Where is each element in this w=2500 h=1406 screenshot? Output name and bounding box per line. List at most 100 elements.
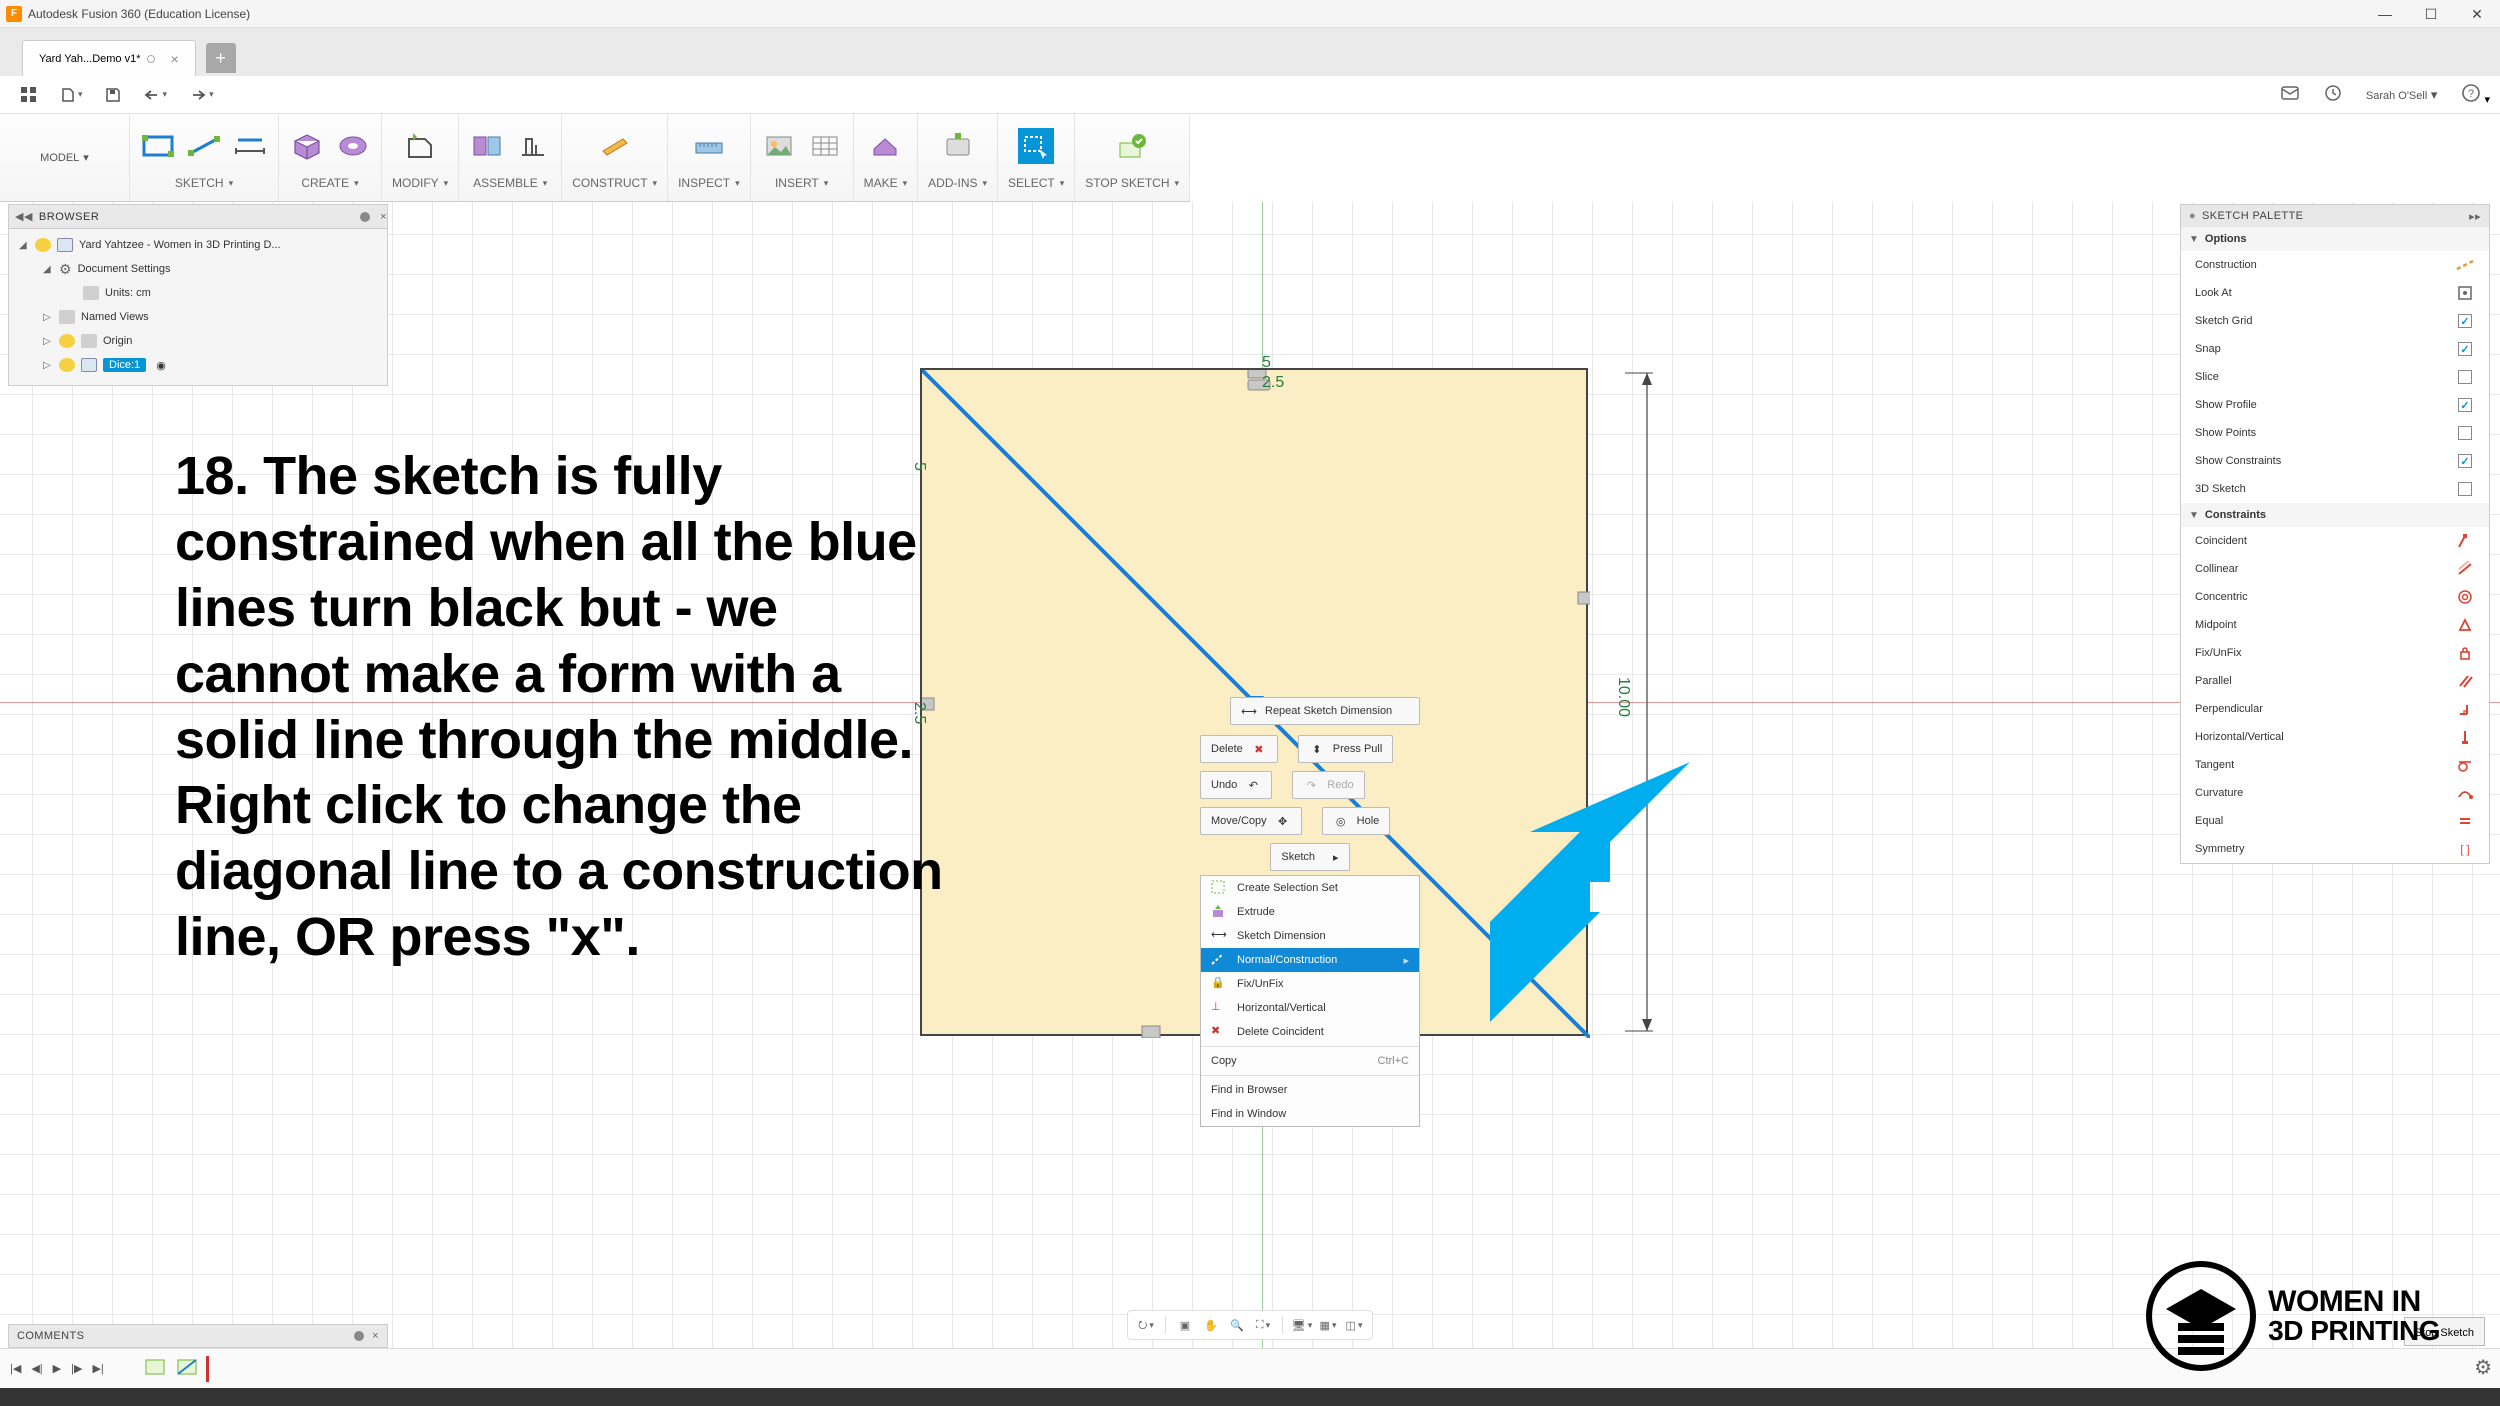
activate-radio-icon[interactable]: ◉ <box>156 359 166 372</box>
tree-units[interactable]: Units: cm <box>15 281 381 305</box>
ribbon-stopsketch-label[interactable]: STOP SKETCH <box>1085 176 1179 190</box>
palette-option-show-profile[interactable]: Show Profile✓ <box>2181 391 2489 419</box>
checkbox[interactable]: ✓ <box>2455 342 2475 356</box>
close-icon[interactable]: × <box>380 211 387 223</box>
user-menu[interactable]: Sarah O'Sell ▾ <box>2366 87 2438 103</box>
ctx-sketch-submenu[interactable]: Sketch▸ <box>1270 843 1349 871</box>
redo-button[interactable] <box>181 84 222 106</box>
timeline-forward-button[interactable]: |▶ <box>71 1362 82 1375</box>
checkbox[interactable] <box>2455 370 2475 384</box>
checkbox[interactable]: ✓ <box>2455 454 2475 468</box>
assemble-joint-icon[interactable] <box>469 128 505 164</box>
bulb-icon[interactable] <box>59 334 75 348</box>
checkbox[interactable]: ✓ <box>2455 314 2475 328</box>
tree-doc-settings[interactable]: ◢⚙Document Settings <box>15 257 381 281</box>
timeline-feature-sketch2-icon[interactable] <box>176 1356 198 1381</box>
close-icon[interactable]: × <box>372 1330 379 1342</box>
insert-decal-icon[interactable] <box>761 128 797 164</box>
constraint-coincident[interactable]: Coincident <box>2181 527 2489 555</box>
modify-presspull-icon[interactable] <box>402 128 438 164</box>
notifications-icon[interactable] <box>2280 84 2300 105</box>
file-menu-button[interactable] <box>52 83 91 107</box>
sketch-rectangle-icon[interactable] <box>140 128 176 164</box>
orbit-button[interactable]: ⭮ <box>1136 1315 1156 1335</box>
stop-sketch-icon[interactable] <box>1114 128 1150 164</box>
lookat-icon[interactable] <box>2455 285 2475 301</box>
comments-settings-icon[interactable] <box>354 1331 364 1341</box>
ctx-sketch-dimension[interactable]: ⟷Sketch Dimension <box>1201 924 1419 948</box>
comments-panel[interactable]: COMMENTS × <box>8 1324 388 1348</box>
ribbon-sketch-label[interactable]: SKETCH <box>175 176 233 190</box>
bulb-icon[interactable] <box>35 238 51 252</box>
timeline-end-button[interactable]: ▶| <box>92 1362 103 1375</box>
palette-option-slice[interactable]: Slice <box>2181 363 2489 391</box>
help-icon[interactable]: ? ▾ <box>2461 83 2490 106</box>
constraint-tangent[interactable]: Tangent <box>2181 751 2489 779</box>
tree-dice[interactable]: ▷Dice:1◉ <box>15 353 381 377</box>
create-box-icon[interactable] <box>289 128 325 164</box>
timeline-marker[interactable] <box>206 1356 209 1382</box>
palette-header[interactable]: ●SKETCH PALETTE▸▸ <box>2181 205 2489 227</box>
constraint-concentric[interactable]: Concentric <box>2181 583 2489 611</box>
expand-palette-icon[interactable]: ▸▸ <box>2469 210 2481 223</box>
grid-settings-button[interactable]: ▦ <box>1318 1315 1338 1335</box>
palette-option-snap[interactable]: Snap✓ <box>2181 335 2489 363</box>
ribbon-create-label[interactable]: CREATE <box>301 176 358 190</box>
construction-icon[interactable] <box>2455 259 2475 271</box>
ctx-presspull[interactable]: ⬍Press Pull <box>1298 735 1394 763</box>
ribbon-modify-label[interactable]: MODIFY <box>392 176 448 190</box>
ctx-repeat-sketch-dimension[interactable]: ⟷ Repeat Sketch Dimension <box>1230 697 1420 725</box>
timeline-back-button[interactable]: ◀| <box>31 1362 42 1375</box>
bulb-icon[interactable] <box>59 358 75 372</box>
ctx-normal-construction[interactable]: Normal/Construction▸ <box>1201 948 1419 972</box>
pan-button[interactable]: ✋ <box>1201 1315 1221 1335</box>
constraint-midpoint[interactable]: Midpoint <box>2181 611 2489 639</box>
palette-option-sketch-grid[interactable]: Sketch Grid✓ <box>2181 307 2489 335</box>
palette-section-options[interactable]: Options <box>2205 233 2247 245</box>
constraint-equal[interactable]: Equal <box>2181 807 2489 835</box>
checkbox[interactable] <box>2455 482 2475 496</box>
constraint-perpendicular[interactable]: Perpendicular <box>2181 695 2489 723</box>
constraint-fix-unfix[interactable]: Fix/UnFix <box>2181 639 2489 667</box>
ribbon-construct-label[interactable]: CONSTRUCT <box>572 176 657 190</box>
ctx-undo[interactable]: Undo↶ <box>1200 771 1272 799</box>
ribbon-addins-label[interactable]: ADD-INS <box>928 176 987 190</box>
palette-option-construction[interactable]: Construction <box>2181 251 2489 279</box>
select-icon[interactable] <box>1018 128 1054 164</box>
palette-option-show-points[interactable]: Show Points <box>2181 419 2489 447</box>
settings-gear-button[interactable]: ⚙ <box>2474 1355 2492 1380</box>
zoom-button[interactable]: 🔍 <box>1227 1315 1247 1335</box>
ctx-redo[interactable]: ↷Redo <box>1292 771 1364 799</box>
browser-settings-icon[interactable] <box>360 212 370 222</box>
ctx-hole[interactable]: ◎Hole <box>1322 807 1391 835</box>
timeline-play-button[interactable]: ▶ <box>53 1362 61 1375</box>
palette-option-show-constraints[interactable]: Show Constraints✓ <box>2181 447 2489 475</box>
ctx-horizontal-vertical[interactable]: ⊥Horizontal/Vertical <box>1201 996 1419 1020</box>
sketch-line-icon[interactable] <box>186 128 222 164</box>
display-settings-button[interactable]: 🖥 <box>1292 1315 1312 1335</box>
fit-button[interactable]: ⛶ <box>1253 1315 1273 1335</box>
lookat-button[interactable]: ▣ <box>1175 1315 1195 1335</box>
maximize-button[interactable]: ☐ <box>2408 0 2454 28</box>
ctx-copy[interactable]: CopyCtrl+C <box>1201 1049 1419 1073</box>
new-tab-button[interactable]: + <box>206 43 236 73</box>
make-3dprint-icon[interactable] <box>867 128 903 164</box>
create-torus-icon[interactable] <box>335 128 371 164</box>
palette-section-constraints[interactable]: Constraints <box>2205 509 2266 521</box>
job-status-icon[interactable] <box>2324 84 2342 105</box>
document-tab[interactable]: Yard Yah...Demo v1* × <box>22 40 196 76</box>
browser-header[interactable]: ◀◀ BROWSER × <box>9 205 387 229</box>
undo-button[interactable] <box>135 84 176 106</box>
tree-origin[interactable]: ▷Origin <box>15 329 381 353</box>
ribbon-select-label[interactable]: SELECT <box>1008 176 1064 190</box>
minimize-button[interactable]: — <box>2362 0 2408 28</box>
viewport-button[interactable]: ◫ <box>1344 1315 1364 1335</box>
tree-root[interactable]: ◢Yard Yahtzee - Women in 3D Printing D..… <box>15 233 381 257</box>
inspect-measure-icon[interactable] <box>691 128 727 164</box>
palette-option-3d-sketch[interactable]: 3D Sketch <box>2181 475 2489 503</box>
save-button[interactable] <box>97 83 129 107</box>
ctx-fix-unfix[interactable]: 🔒Fix/UnFix <box>1201 972 1419 996</box>
addins-icon[interactable] <box>940 128 976 164</box>
ctx-find-in-window[interactable]: Find in Window <box>1201 1102 1419 1126</box>
ctx-delete-coincident[interactable]: ✖Delete Coincident <box>1201 1020 1419 1044</box>
